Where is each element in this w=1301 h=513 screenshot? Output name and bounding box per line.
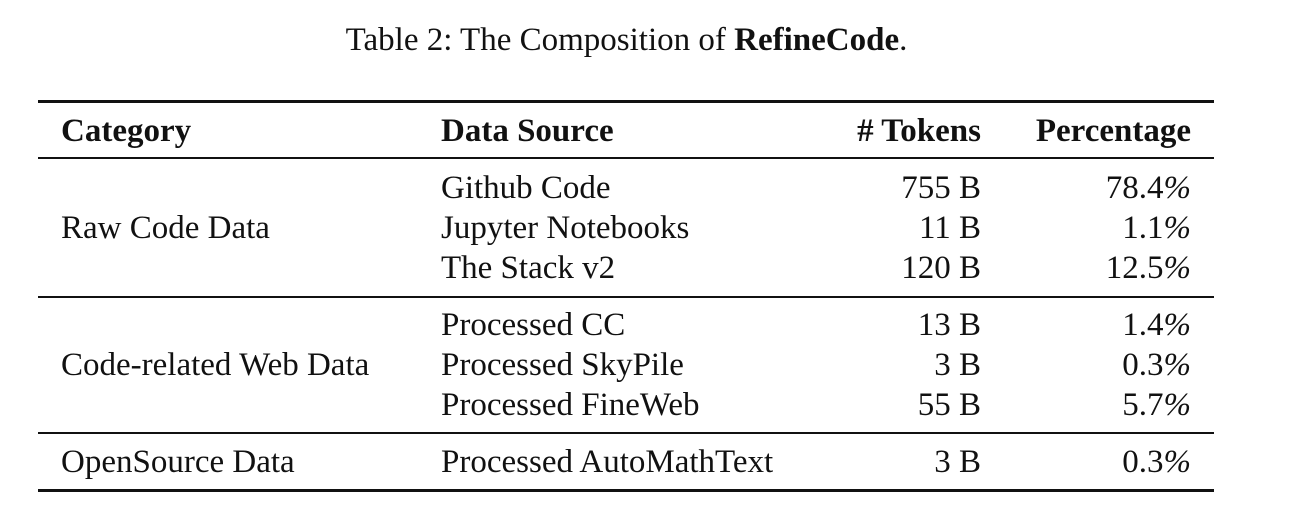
- header-data-source: Data Source: [441, 113, 614, 149]
- source-cell: Processed SkyPile: [441, 347, 684, 383]
- header-tokens: # Tokens: [857, 113, 981, 149]
- caption-suffix: .: [899, 22, 908, 58]
- percentage-cell: 5.7%: [1122, 387, 1191, 423]
- percentage-cell: 1.4%: [1122, 307, 1191, 343]
- source-cell: Processed CC: [441, 307, 626, 343]
- category-opensource-data: OpenSource Data: [61, 444, 295, 480]
- tokens-cell: 3 B: [934, 444, 981, 480]
- tokens-cell: 3 B: [934, 347, 981, 383]
- source-cell: Github Code: [441, 170, 611, 206]
- table-caption: Table 2: The Composition of RefineCode.: [0, 18, 1253, 62]
- header-category: Category: [61, 113, 192, 149]
- header-rule: [38, 157, 1214, 159]
- percentage-cell: 78.4%: [1105, 170, 1191, 206]
- table-bottom-rule: [38, 489, 1214, 492]
- source-cell: Processed FineWeb: [441, 387, 700, 423]
- tokens-cell: 11 B: [918, 210, 981, 246]
- header-percentage: Percentage: [1035, 113, 1191, 149]
- caption-bold-name: RefineCode: [734, 22, 900, 58]
- category-raw-code-data: Raw Code Data: [61, 210, 270, 246]
- group-divider: [38, 296, 1214, 298]
- percentage-cell: 1.1%: [1122, 210, 1191, 246]
- tokens-cell: 120 B: [901, 250, 981, 286]
- percentage-cell: 12.5%: [1105, 250, 1191, 286]
- tokens-cell: 755 B: [901, 170, 981, 206]
- tokens-cell: 55 B: [917, 387, 981, 423]
- category-code-related-web-data: Code-related Web Data: [61, 347, 370, 383]
- group-divider: [38, 432, 1214, 434]
- percentage-cell: 0.3%: [1122, 347, 1191, 383]
- source-cell: Processed AutoMathText: [441, 444, 774, 480]
- caption-prefix: Table 2: The Composition of: [345, 22, 735, 58]
- source-cell: Jupyter Notebooks: [441, 210, 690, 246]
- percentage-cell: 0.3%: [1122, 444, 1191, 480]
- tokens-cell: 13 B: [917, 307, 981, 343]
- source-cell: The Stack v2: [441, 250, 616, 286]
- table-top-rule: [38, 100, 1214, 103]
